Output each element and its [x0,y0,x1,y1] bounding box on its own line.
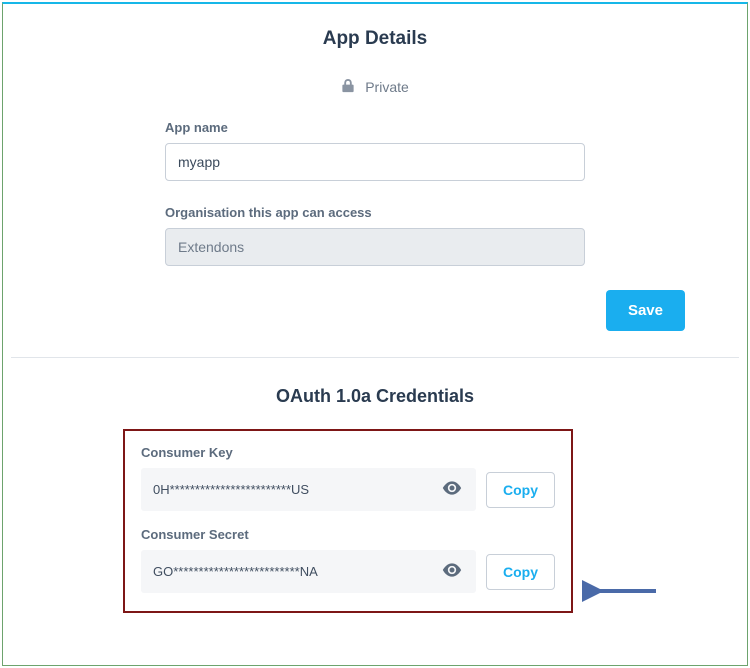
lock-icon [341,78,355,96]
consumer-secret-text: GO*************************NA [153,564,318,579]
consumer-key-value: 0H************************US [141,468,476,511]
credentials-box: Consumer Key 0H************************U… [123,429,573,613]
copy-consumer-secret-button[interactable]: Copy [486,554,555,590]
reveal-consumer-key-button[interactable] [440,479,464,500]
credentials-title: OAuth 1.0a Credentials [3,386,747,407]
org-field: Organisation this app can access Extendo… [165,205,585,266]
save-row: Save [65,290,685,331]
app-details-panel: App Details Private App name Organisatio… [2,2,748,666]
page-title: App Details [3,28,747,50]
org-label: Organisation this app can access [165,205,585,220]
privacy-indicator: Private [3,78,747,96]
consumer-secret-field: Consumer Secret GO**********************… [141,527,555,593]
consumer-key-label: Consumer Key [141,445,555,460]
eye-icon [442,481,462,498]
consumer-key-field: Consumer Key 0H************************U… [141,445,555,511]
app-name-input[interactable] [165,143,585,181]
privacy-label: Private [365,79,409,95]
save-button[interactable]: Save [606,290,685,331]
eye-icon [442,563,462,580]
org-input: Extendons [165,228,585,266]
consumer-secret-value: GO*************************NA [141,550,476,593]
app-name-field: App name [165,120,585,181]
app-form: App name Organisation this app can acces… [165,120,585,266]
copy-consumer-key-button[interactable]: Copy [486,472,555,508]
consumer-secret-label: Consumer Secret [141,527,555,542]
reveal-consumer-secret-button[interactable] [440,561,464,582]
section-divider [11,357,739,358]
app-name-label: App name [165,120,585,135]
consumer-key-text: 0H************************US [153,482,309,497]
